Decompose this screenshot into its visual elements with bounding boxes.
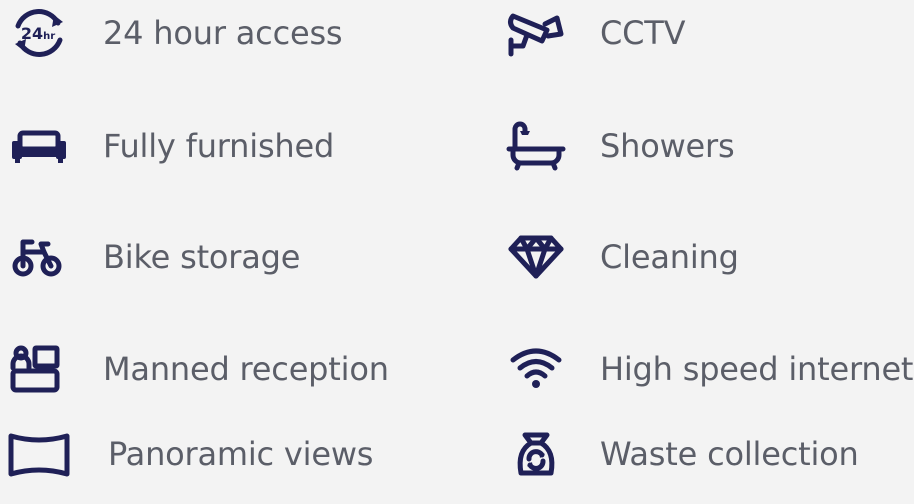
diamond-icon	[505, 232, 567, 282]
amenity-label: Cleaning	[600, 238, 739, 276]
sofa-icon	[8, 121, 70, 171]
reception-desk-icon	[8, 344, 70, 394]
wifi-icon	[505, 344, 567, 394]
bathtub-shower-icon	[505, 121, 567, 171]
amenity-label: Fully furnished	[103, 127, 335, 165]
bike-icon	[8, 232, 70, 282]
waste-bag-icon	[505, 429, 567, 479]
panorama-icon	[8, 429, 70, 479]
amenity-label: Waste collection	[600, 435, 859, 473]
cctv-camera-icon	[505, 8, 567, 58]
amenity-label: Manned reception	[103, 350, 389, 388]
24hr-icon: 24hr	[8, 8, 70, 58]
amenity-label: 24 hour access	[103, 14, 343, 52]
amenity-label: CCTV	[600, 14, 686, 52]
svg-text:24hr: 24hr	[21, 24, 55, 43]
amenity-label: High speed internet	[600, 350, 914, 388]
amenity-label: Bike storage	[103, 238, 301, 276]
amenity-label: Panoramic views	[108, 435, 374, 473]
amenity-label: Showers	[600, 127, 735, 165]
